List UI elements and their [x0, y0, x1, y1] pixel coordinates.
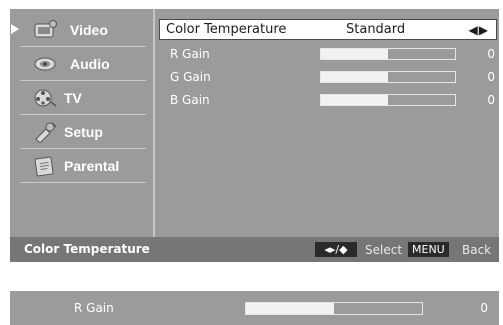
nav-keys-icon: ◂▸/◆ — [315, 242, 357, 257]
setup-tools-icon — [32, 121, 58, 144]
sidebar-item-setup[interactable]: Setup — [20, 117, 146, 149]
film-reel-icon — [32, 87, 58, 109]
adjustment-strip: R Gain 0 — [10, 291, 499, 325]
slider-fill — [321, 49, 388, 59]
strip-value: 0 — [480, 301, 488, 315]
r-gain-row[interactable]: R Gain 0 — [170, 45, 495, 65]
row-label: Color Temperature — [166, 22, 287, 37]
gain-slider[interactable] — [320, 71, 456, 83]
parental-book-icon — [32, 155, 58, 177]
sidebar-item-label: TV — [64, 90, 82, 106]
sidebar-item-label: Parental — [64, 158, 120, 174]
speaker-icon — [32, 53, 58, 75]
help-bar: Color Temperature ◂▸/◆ Select MENU Back — [10, 237, 499, 262]
gain-slider[interactable] — [320, 94, 456, 106]
help-bar-title: Color Temperature — [24, 242, 150, 256]
settings-panel: Video Audio TV Setup Parental Color Temp… — [10, 9, 499, 262]
color-temperature-row[interactable]: Color Temperature Standard ◀▶ — [159, 19, 497, 40]
slider-fill — [246, 303, 334, 314]
sidebar-item-video[interactable]: Video — [11, 15, 146, 47]
sidebar-item-label: Audio — [70, 56, 110, 72]
sidebar-menu: Video Audio TV Setup Parental — [10, 9, 155, 237]
sidebar-item-parental[interactable]: Parental — [20, 151, 146, 183]
g-gain-row[interactable]: G Gain 0 — [170, 68, 495, 88]
sidebar-item-label: Setup — [64, 124, 103, 140]
strip-label: R Gain — [74, 301, 114, 315]
row-label: R Gain — [170, 47, 210, 61]
row-value: 0 — [487, 47, 495, 61]
back-label: Back — [462, 243, 492, 257]
sidebar-item-label: Video — [70, 22, 108, 38]
sidebar-item-tv[interactable]: TV — [20, 83, 146, 115]
left-right-arrows-icon[interactable]: ◀▶ — [469, 23, 489, 37]
b-gain-row[interactable]: B Gain 0 — [170, 91, 495, 111]
select-label: Select — [365, 243, 403, 257]
row-value: 0 — [487, 93, 495, 107]
menu-key[interactable]: MENU — [408, 242, 449, 257]
row-value: Standard — [346, 22, 406, 37]
slider-fill — [321, 72, 388, 82]
row-label: G Gain — [170, 70, 211, 84]
r-gain-adjust-slider[interactable] — [245, 302, 423, 315]
video-film-icon — [32, 19, 58, 41]
selection-pointer-icon — [11, 24, 19, 34]
slider-fill — [321, 95, 388, 105]
gain-slider[interactable] — [320, 48, 456, 60]
row-value: 0 — [487, 70, 495, 84]
row-label: B Gain — [170, 93, 210, 107]
sidebar-item-audio[interactable]: Audio — [20, 49, 146, 81]
